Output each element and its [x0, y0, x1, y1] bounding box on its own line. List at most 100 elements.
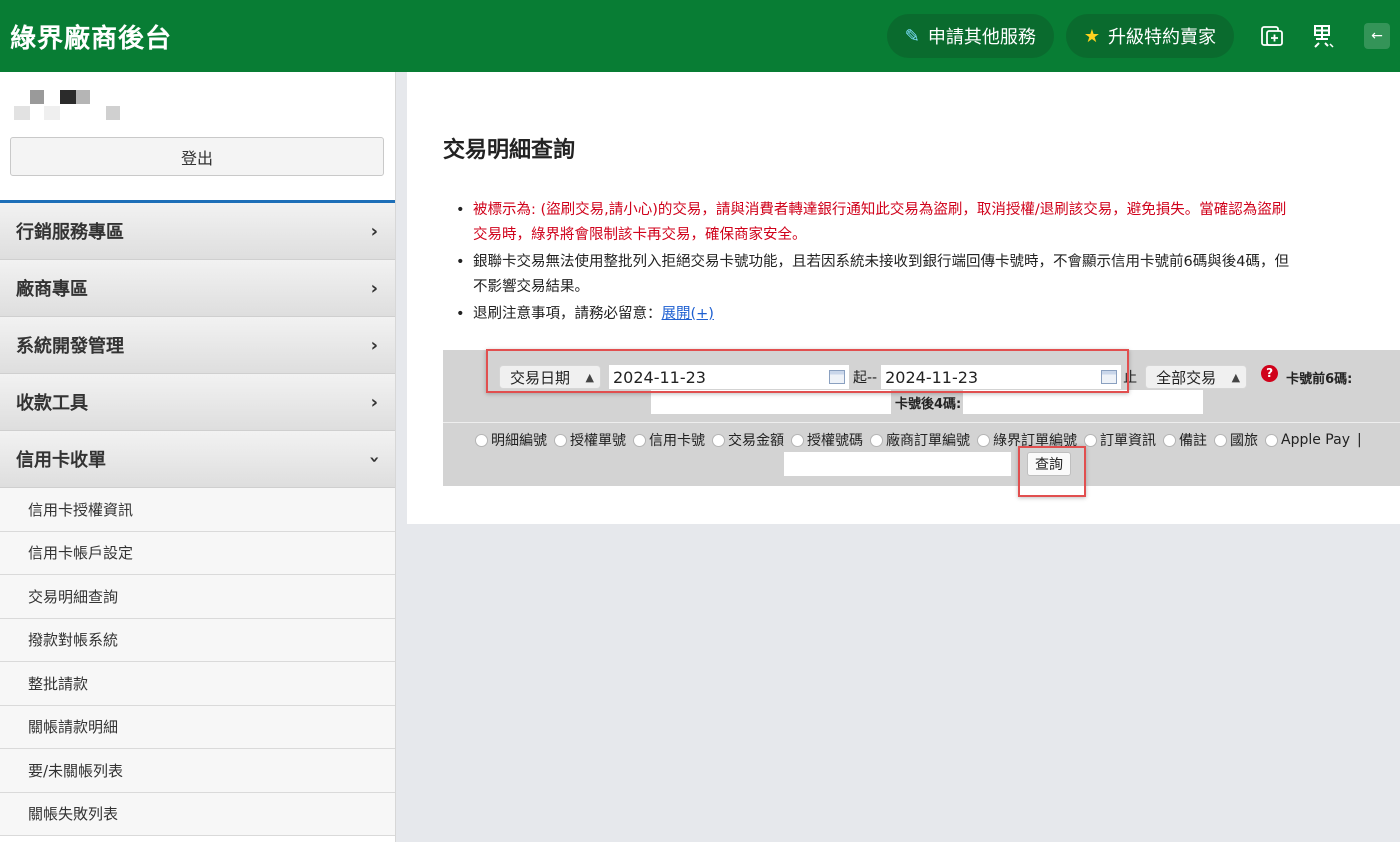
- chevron-right-icon: ›: [370, 391, 378, 413]
- start-date-value: 2024-11-23: [613, 367, 706, 387]
- sidebar-menu: 行銷服務專區 › 廠商專區 › 系統開發管理 › 收款工具 › 信用卡收單 › …: [0, 200, 395, 836]
- note-text: 銀聯卡交易無法使用整批列入拒絕交易卡號功能，且若因系統未接收到銀行端回傳卡號時，…: [473, 254, 1289, 270]
- refund-note: 退刷注意事項，請務必留意：展開(+): [456, 302, 1400, 327]
- document-edit-icon: ✎: [904, 25, 920, 47]
- radio-remark[interactable]: 備註: [1163, 430, 1207, 450]
- sidebar-item-marketing[interactable]: 行銷服務專區 ›: [0, 203, 395, 260]
- start-date-input[interactable]: 2024-11-23: [609, 365, 849, 389]
- radio-label: 訂單資訊: [1100, 433, 1156, 449]
- unionpay-note: 銀聯卡交易無法使用整批列入拒絕交易卡號功能，且若因系統未接收到銀行端回傳卡號時，…: [456, 250, 1400, 300]
- radio-dot: [1163, 433, 1176, 447]
- help-icon[interactable]: ?: [1261, 364, 1279, 382]
- radio-label: 備註: [1179, 433, 1207, 449]
- transaction-filter-select[interactable]: 全部交易 ▲: [1145, 365, 1248, 389]
- notice-list: 被標示為: (盜刷交易,請小心)的交易，請與消費者轉達銀行通知此交易為盜刷，取消…: [456, 198, 1400, 329]
- submenu-item[interactable]: 整批請款: [0, 662, 395, 706]
- radio-dot: [977, 433, 990, 447]
- top-header: 綠界廠商後台 ✎ 申請其他服務 ★ 升級特約賣家 ←: [0, 0, 1400, 72]
- radio-amount[interactable]: 交易金額: [712, 430, 784, 450]
- radio-auth-order-no[interactable]: 授權單號: [554, 430, 626, 450]
- card-first6-input[interactable]: [651, 390, 891, 414]
- radio-label: 信用卡號: [649, 433, 705, 449]
- note-text: 不影響交易結果。: [473, 279, 589, 295]
- sidebar-item-dev[interactable]: 系統開發管理 ›: [0, 317, 395, 374]
- calendar-icon[interactable]: [1101, 370, 1118, 384]
- sidebar-item-payment-tools[interactable]: 收款工具 ›: [0, 374, 395, 431]
- radio-dot: [554, 433, 567, 447]
- submenu-item[interactable]: 撥款對帳系統: [0, 618, 395, 662]
- updown-arrow-icon: ▲: [1231, 370, 1241, 384]
- sidebar: 登出 行銷服務專區 › 廠商專區 › 系統開發管理 › 收款工具 › 信用卡收單…: [0, 72, 396, 842]
- sidebar-item-label: 收款工具: [16, 393, 88, 414]
- submenu-item[interactable]: 信用卡授權資訊: [0, 488, 395, 532]
- submenu-item[interactable]: 要/未關帳列表: [0, 749, 395, 793]
- note-text: 交易時，綠界將會限制該卡再交易，確保商家安全。: [473, 227, 807, 243]
- sidebar-item-credit-card[interactable]: 信用卡收單 ›: [0, 431, 395, 488]
- search-form: 交易日期 ▲ 2024-11-23 起-- 2024-11-23 止 全部交易 …: [443, 350, 1400, 486]
- submenu-item[interactable]: 關帳失敗列表: [0, 792, 395, 836]
- radio-label: 廠商訂單編號: [886, 433, 970, 449]
- card-number-row: 卡號後4碼:: [651, 390, 1204, 414]
- apply-service-label: 申請其他服務: [927, 27, 1036, 48]
- radio-dot: [1084, 433, 1097, 447]
- receipt-icon[interactable]: [1256, 20, 1288, 52]
- radio-dot: [475, 433, 488, 447]
- radio-dot: [791, 433, 804, 447]
- expand-link[interactable]: 展開(+): [662, 306, 714, 322]
- sidebar-item-label: 系統開發管理: [16, 336, 124, 357]
- query-button[interactable]: 查詢: [1027, 452, 1071, 476]
- transaction-filter-value: 全部交易: [1156, 368, 1217, 387]
- submenu-item-active[interactable]: 交易明細查詢: [0, 575, 395, 619]
- radio-ecpay-order-no[interactable]: 綠界訂單編號: [977, 430, 1077, 450]
- radio-apple-pay[interactable]: Apple Pay: [1265, 432, 1350, 448]
- radio-auth-code[interactable]: 授權號碼: [791, 430, 863, 450]
- chevron-down-icon: ›: [363, 455, 385, 463]
- apply-service-button[interactable]: ✎ 申請其他服務: [886, 14, 1054, 58]
- sidebar-item-merchant[interactable]: 廠商專區 ›: [0, 260, 395, 317]
- radio-dot: [1265, 433, 1278, 447]
- star-icon: ★: [1083, 25, 1100, 47]
- card-first6-label: 卡號前6碼:: [1286, 371, 1353, 387]
- updown-arrow-icon: ▲: [585, 370, 594, 384]
- end-date-value: 2024-11-23: [885, 367, 979, 387]
- keyword-row: 查詢: [784, 452, 1071, 476]
- logout-button[interactable]: 登出: [10, 137, 384, 176]
- radio-label: 授權號碼: [807, 433, 863, 449]
- radio-detail-no[interactable]: 明細編號: [475, 430, 547, 450]
- fraud-warning-note: 被標示為: (盜刷交易,請小心)的交易，請與消費者轉達銀行通知此交易為盜刷，取消…: [456, 198, 1400, 248]
- blurred-username: [14, 90, 124, 124]
- radio-dot: [1214, 433, 1227, 447]
- upgrade-seller-button[interactable]: ★ 升級特約賣家: [1065, 14, 1234, 58]
- submenu-item[interactable]: 關帳請款明細: [0, 705, 395, 749]
- note-text: 退刷注意事項，請務必留意：: [473, 306, 662, 322]
- radio-label: 明細編號: [491, 433, 547, 449]
- submenu-item[interactable]: 信用卡帳戶設定: [0, 531, 395, 575]
- radio-domestic-travel[interactable]: 國旅: [1214, 430, 1258, 450]
- radio-merchant-order-no[interactable]: 廠商訂單編號: [870, 430, 970, 450]
- chevron-right-icon: ›: [370, 334, 378, 356]
- radio-dot: [712, 433, 725, 447]
- radio-card-no[interactable]: 信用卡號: [633, 430, 705, 450]
- start-suffix-label: 起--: [853, 370, 878, 386]
- date-range-row: 交易日期 ▲ 2024-11-23 起-- 2024-11-23 止 全部交易 …: [499, 362, 1352, 392]
- calendar-icon[interactable]: [829, 370, 845, 384]
- brand-title: 綠界廠商後台: [10, 23, 173, 54]
- user-edit-icon[interactable]: [1308, 20, 1340, 52]
- keyword-input[interactable]: [784, 452, 1011, 476]
- header-actions: ✎ 申請其他服務 ★ 升級特約賣家 ←: [886, 0, 1400, 72]
- date-type-select[interactable]: 交易日期 ▲: [499, 365, 601, 389]
- radio-label: 國旅: [1230, 433, 1258, 449]
- main-content: 交易明細查詢 被標示為: (盜刷交易,請小心)的交易，請與消費者轉達銀行通知此交…: [407, 72, 1400, 524]
- radio-dot: [870, 433, 883, 447]
- radio-label: Apple Pay: [1281, 432, 1350, 448]
- radio-order-info[interactable]: 訂單資訊: [1084, 430, 1156, 450]
- radio-label: 綠界訂單編號: [993, 433, 1077, 449]
- end-date-input[interactable]: 2024-11-23: [881, 365, 1122, 389]
- date-type-value: 交易日期: [510, 368, 571, 387]
- form-divider: [443, 422, 1400, 423]
- page-title: 交易明細查詢: [443, 138, 576, 163]
- card-last4-input[interactable]: [963, 390, 1204, 414]
- radio-label: 授權單號: [570, 433, 626, 449]
- chevron-right-icon: ›: [370, 277, 378, 299]
- back-arrow-icon[interactable]: ←: [1364, 23, 1390, 49]
